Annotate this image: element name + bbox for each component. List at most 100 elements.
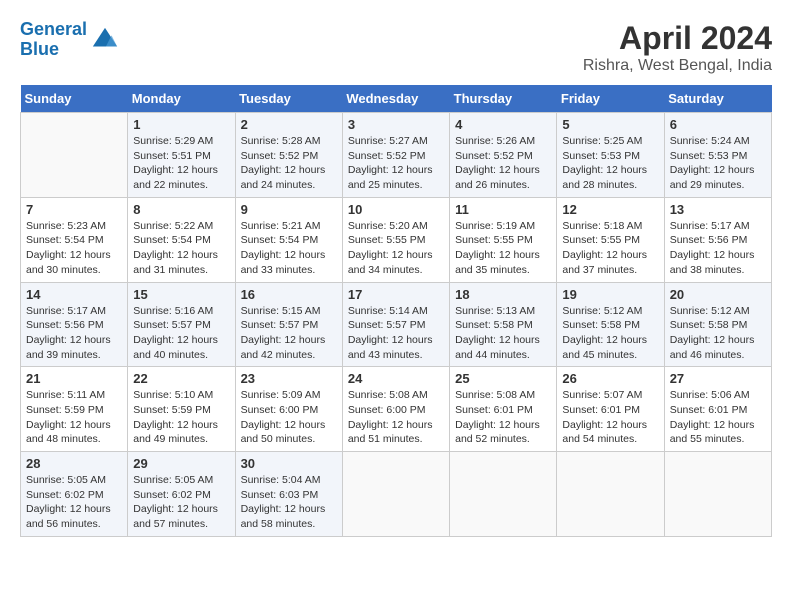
day-number: 26 bbox=[562, 371, 658, 386]
subtitle: Rishra, West Bengal, India bbox=[583, 57, 772, 75]
calendar-cell bbox=[21, 113, 128, 198]
calendar-cell bbox=[450, 452, 557, 537]
cell-info: Sunrise: 5:12 AM Sunset: 5:58 PM Dayligh… bbox=[562, 304, 658, 363]
col-monday: Monday bbox=[128, 85, 235, 113]
calendar-cell: 23Sunrise: 5:09 AM Sunset: 6:00 PM Dayli… bbox=[235, 367, 342, 452]
calendar-cell: 8 Sunrise: 5:22 AM Sunset: 5:54 PM Daylig… bbox=[128, 197, 235, 282]
cell-info: Sunrise: 5:05 AM Sunset: 6:02 PM Dayligh… bbox=[133, 473, 229, 532]
week-row-3: 14 Sunrise: 5:17 AM Sunset: 5:56 PM Dayli… bbox=[21, 282, 772, 367]
calendar-cell: 27Sunrise: 5:06 AM Sunset: 6:01 PM Dayli… bbox=[664, 367, 771, 452]
calendar-cell: 25Sunrise: 5:08 AM Sunset: 6:01 PM Dayli… bbox=[450, 367, 557, 452]
calendar-cell: 15 Sunrise: 5:16 AM Sunset: 5:57 PM Dayli… bbox=[128, 282, 235, 367]
cell-info: Sunrise: 5:04 AM Sunset: 6:03 PM Dayligh… bbox=[241, 473, 337, 532]
calendar-cell: 21 Sunrise: 5:11 AM Sunset: 5:59 PM Dayli… bbox=[21, 367, 128, 452]
calendar-cell: 1 Sunrise: 5:29 AM Sunset: 5:51 PM Daylig… bbox=[128, 113, 235, 198]
page-header: General Blue April 2024 Rishra, West Ben… bbox=[20, 20, 772, 75]
cell-info: Sunrise: 5:29 AM Sunset: 5:51 PM Dayligh… bbox=[133, 134, 229, 193]
calendar-cell: 12 Sunrise: 5:18 AM Sunset: 5:55 PM Dayli… bbox=[557, 197, 664, 282]
calendar-cell: 30Sunrise: 5:04 AM Sunset: 6:03 PM Dayli… bbox=[235, 452, 342, 537]
cell-info: Sunrise: 5:19 AM Sunset: 5:55 PM Dayligh… bbox=[455, 219, 551, 278]
day-number: 3 bbox=[348, 117, 444, 132]
day-number: 14 bbox=[26, 287, 122, 302]
title-block: April 2024 Rishra, West Bengal, India bbox=[583, 20, 772, 75]
calendar-cell: 2 Sunrise: 5:28 AM Sunset: 5:52 PM Daylig… bbox=[235, 113, 342, 198]
cell-info: Sunrise: 5:22 AM Sunset: 5:54 PM Dayligh… bbox=[133, 219, 229, 278]
calendar-cell: 16Sunrise: 5:15 AM Sunset: 5:57 PM Dayli… bbox=[235, 282, 342, 367]
day-number: 24 bbox=[348, 371, 444, 386]
day-number: 23 bbox=[241, 371, 337, 386]
main-title: April 2024 bbox=[583, 20, 772, 57]
col-thursday: Thursday bbox=[450, 85, 557, 113]
logo-text: General Blue bbox=[20, 20, 87, 60]
week-row-2: 7Sunrise: 5:23 AM Sunset: 5:54 PM Daylig… bbox=[21, 197, 772, 282]
calendar-cell: 11 Sunrise: 5:19 AM Sunset: 5:55 PM Dayli… bbox=[450, 197, 557, 282]
calendar-cell: 29Sunrise: 5:05 AM Sunset: 6:02 PM Dayli… bbox=[128, 452, 235, 537]
calendar-cell bbox=[664, 452, 771, 537]
day-number: 6 bbox=[670, 117, 766, 132]
logo: General Blue bbox=[20, 20, 119, 60]
calendar-cell: 7Sunrise: 5:23 AM Sunset: 5:54 PM Daylig… bbox=[21, 197, 128, 282]
calendar-cell: 13 Sunrise: 5:17 AM Sunset: 5:56 PM Dayli… bbox=[664, 197, 771, 282]
cell-info: Sunrise: 5:10 AM Sunset: 5:59 PM Dayligh… bbox=[133, 388, 229, 447]
cell-info: Sunrise: 5:20 AM Sunset: 5:55 PM Dayligh… bbox=[348, 219, 444, 278]
calendar-cell: 28 Sunrise: 5:05 AM Sunset: 6:02 PM Dayli… bbox=[21, 452, 128, 537]
col-tuesday: Tuesday bbox=[235, 85, 342, 113]
col-wednesday: Wednesday bbox=[342, 85, 449, 113]
logo-icon bbox=[91, 26, 119, 54]
day-number: 9 bbox=[241, 202, 337, 217]
cell-info: Sunrise: 5:11 AM Sunset: 5:59 PM Dayligh… bbox=[26, 388, 122, 447]
cell-info: Sunrise: 5:07 AM Sunset: 6:01 PM Dayligh… bbox=[562, 388, 658, 447]
day-number: 15 bbox=[133, 287, 229, 302]
day-number: 17 bbox=[348, 287, 444, 302]
header-row: Sunday Monday Tuesday Wednesday Thursday… bbox=[21, 85, 772, 113]
calendar-cell: 22Sunrise: 5:10 AM Sunset: 5:59 PM Dayli… bbox=[128, 367, 235, 452]
day-number: 28 bbox=[26, 456, 122, 471]
day-number: 1 bbox=[133, 117, 229, 132]
col-saturday: Saturday bbox=[664, 85, 771, 113]
calendar-cell: 5 Sunrise: 5:25 AM Sunset: 5:53 PM Daylig… bbox=[557, 113, 664, 198]
day-number: 12 bbox=[562, 202, 658, 217]
cell-info: Sunrise: 5:23 AM Sunset: 5:54 PM Dayligh… bbox=[26, 219, 122, 278]
calendar-cell: 3Sunrise: 5:27 AM Sunset: 5:52 PM Daylig… bbox=[342, 113, 449, 198]
day-number: 11 bbox=[455, 202, 551, 217]
calendar-cell: 26 Sunrise: 5:07 AM Sunset: 6:01 PM Dayli… bbox=[557, 367, 664, 452]
cell-info: Sunrise: 5:08 AM Sunset: 6:00 PM Dayligh… bbox=[348, 388, 444, 447]
calendar-header: Sunday Monday Tuesday Wednesday Thursday… bbox=[21, 85, 772, 113]
cell-info: Sunrise: 5:17 AM Sunset: 5:56 PM Dayligh… bbox=[670, 219, 766, 278]
cell-info: Sunrise: 5:18 AM Sunset: 5:55 PM Dayligh… bbox=[562, 219, 658, 278]
cell-info: Sunrise: 5:17 AM Sunset: 5:56 PM Dayligh… bbox=[26, 304, 122, 363]
calendar-cell: 14 Sunrise: 5:17 AM Sunset: 5:56 PM Dayli… bbox=[21, 282, 128, 367]
calendar-cell: 20Sunrise: 5:12 AM Sunset: 5:58 PM Dayli… bbox=[664, 282, 771, 367]
cell-info: Sunrise: 5:21 AM Sunset: 5:54 PM Dayligh… bbox=[241, 219, 337, 278]
cell-info: Sunrise: 5:25 AM Sunset: 5:53 PM Dayligh… bbox=[562, 134, 658, 193]
cell-info: Sunrise: 5:05 AM Sunset: 6:02 PM Dayligh… bbox=[26, 473, 122, 532]
cell-info: Sunrise: 5:15 AM Sunset: 5:57 PM Dayligh… bbox=[241, 304, 337, 363]
cell-info: Sunrise: 5:13 AM Sunset: 5:58 PM Dayligh… bbox=[455, 304, 551, 363]
day-number: 25 bbox=[455, 371, 551, 386]
cell-info: Sunrise: 5:24 AM Sunset: 5:53 PM Dayligh… bbox=[670, 134, 766, 193]
week-row-1: 1 Sunrise: 5:29 AM Sunset: 5:51 PM Daylig… bbox=[21, 113, 772, 198]
cell-info: Sunrise: 5:26 AM Sunset: 5:52 PM Dayligh… bbox=[455, 134, 551, 193]
day-number: 19 bbox=[562, 287, 658, 302]
calendar-cell: 17 Sunrise: 5:14 AM Sunset: 5:57 PM Dayli… bbox=[342, 282, 449, 367]
calendar-cell bbox=[342, 452, 449, 537]
calendar-cell: 9 Sunrise: 5:21 AM Sunset: 5:54 PM Daylig… bbox=[235, 197, 342, 282]
day-number: 21 bbox=[26, 371, 122, 386]
calendar-cell: 10Sunrise: 5:20 AM Sunset: 5:55 PM Dayli… bbox=[342, 197, 449, 282]
week-row-4: 21 Sunrise: 5:11 AM Sunset: 5:59 PM Dayli… bbox=[21, 367, 772, 452]
day-number: 8 bbox=[133, 202, 229, 217]
cell-info: Sunrise: 5:12 AM Sunset: 5:58 PM Dayligh… bbox=[670, 304, 766, 363]
calendar-body: 1 Sunrise: 5:29 AM Sunset: 5:51 PM Daylig… bbox=[21, 113, 772, 537]
calendar-cell bbox=[557, 452, 664, 537]
day-number: 2 bbox=[241, 117, 337, 132]
calendar-cell: 18Sunrise: 5:13 AM Sunset: 5:58 PM Dayli… bbox=[450, 282, 557, 367]
cell-info: Sunrise: 5:14 AM Sunset: 5:57 PM Dayligh… bbox=[348, 304, 444, 363]
calendar-cell: 19 Sunrise: 5:12 AM Sunset: 5:58 PM Dayli… bbox=[557, 282, 664, 367]
calendar-cell: 6 Sunrise: 5:24 AM Sunset: 5:53 PM Daylig… bbox=[664, 113, 771, 198]
day-number: 13 bbox=[670, 202, 766, 217]
cell-info: Sunrise: 5:28 AM Sunset: 5:52 PM Dayligh… bbox=[241, 134, 337, 193]
calendar-cell: 24 Sunrise: 5:08 AM Sunset: 6:00 PM Dayli… bbox=[342, 367, 449, 452]
day-number: 5 bbox=[562, 117, 658, 132]
cell-info: Sunrise: 5:16 AM Sunset: 5:57 PM Dayligh… bbox=[133, 304, 229, 363]
cell-info: Sunrise: 5:06 AM Sunset: 6:01 PM Dayligh… bbox=[670, 388, 766, 447]
